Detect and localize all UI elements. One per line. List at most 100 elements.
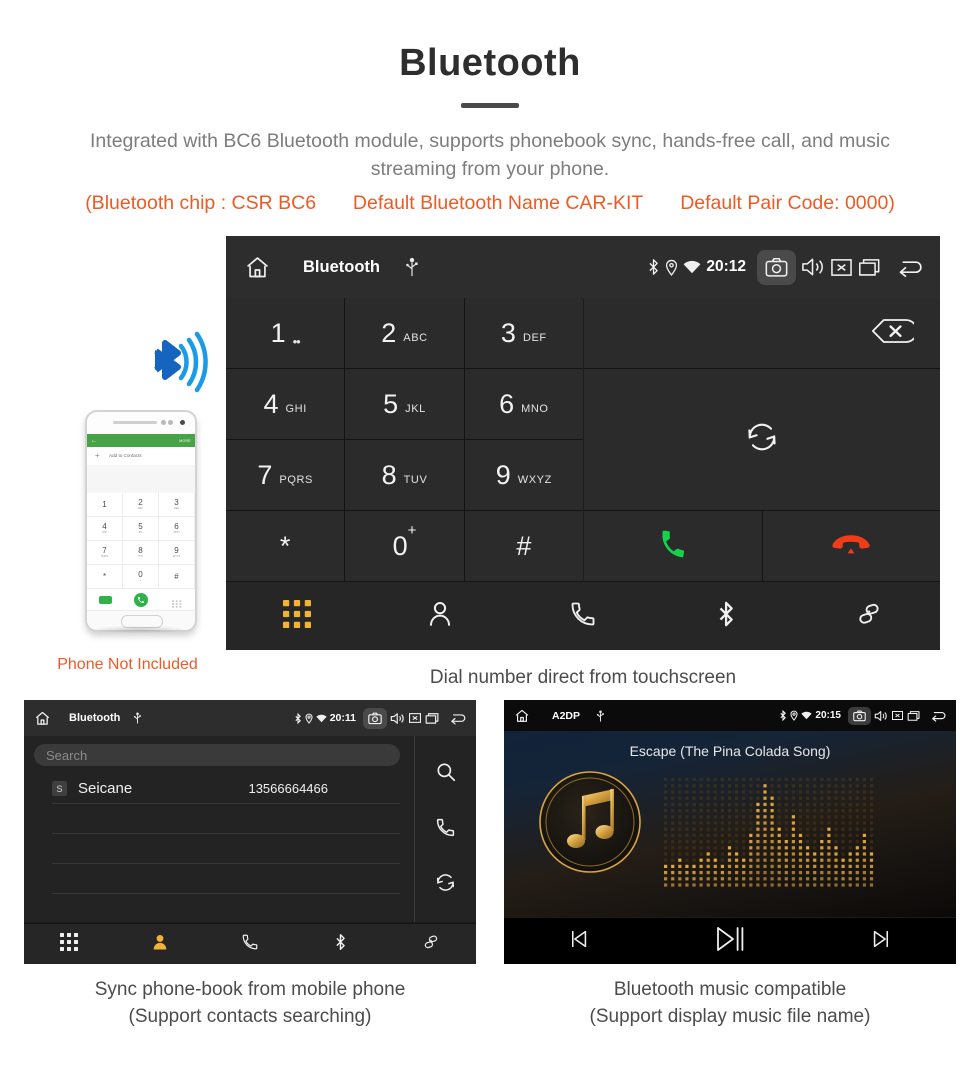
keypad-key-1[interactable]: 1 •• — [226, 298, 345, 368]
volume-icon[interactable] — [874, 710, 888, 722]
home-icon[interactable] — [34, 710, 51, 727]
volume-icon[interactable] — [801, 256, 825, 278]
home-icon[interactable] — [514, 708, 530, 724]
nav-bluetooth[interactable] — [295, 933, 385, 956]
key-letters: JKL — [405, 403, 426, 415]
bluetooth-icon — [294, 712, 302, 724]
search-icon[interactable] — [435, 761, 457, 788]
next-button[interactable] — [805, 928, 956, 955]
recents-icon[interactable] — [425, 712, 440, 725]
phone-key-0: 0 + — [123, 565, 159, 589]
nav-pair-link[interactable] — [797, 600, 940, 633]
hangup-button[interactable] — [762, 511, 940, 582]
bluetooth-icon[interactable] — [716, 600, 736, 633]
title-divider — [461, 103, 519, 108]
bluetooth-icon[interactable] — [334, 933, 347, 956]
nav-call-log[interactable] — [205, 933, 295, 956]
keypad-key-8[interactable]: 8 TUV — [345, 440, 464, 510]
phone-video-call-icon — [98, 596, 112, 604]
contact-icon[interactable] — [151, 933, 169, 956]
keypad-key-5[interactable]: 5 JKL — [345, 369, 464, 439]
call-icon[interactable] — [657, 528, 689, 565]
nav-call-log[interactable] — [512, 600, 655, 633]
key-digit: 0+ — [392, 521, 417, 561]
nav-pair-link[interactable] — [386, 933, 476, 956]
nav-keypad[interactable] — [226, 599, 369, 633]
previous-button[interactable] — [504, 928, 655, 955]
number-display-field[interactable] — [584, 298, 940, 368]
location-icon — [790, 710, 798, 721]
contact-row-empty[interactable] — [52, 834, 400, 864]
dialer-caption: Dial number direct from touchscreen — [429, 667, 737, 688]
sync-icon[interactable] — [745, 420, 779, 459]
contact-row[interactable]: S Seicane 13566664466 — [52, 774, 400, 804]
hangup-icon[interactable] — [831, 531, 871, 562]
nav-keypad[interactable] — [24, 932, 114, 956]
keypad-key-2[interactable]: 2 ABC — [345, 298, 464, 368]
keypad-key-hash[interactable]: # — [464, 511, 583, 581]
sync-contacts-button[interactable] — [584, 369, 940, 510]
call-actions-row — [584, 511, 940, 582]
volume-icon[interactable] — [390, 712, 405, 725]
phone-key-letters: MNO — [173, 531, 180, 534]
keypad-icon[interactable] — [283, 599, 312, 633]
phone-key-1: 1 — [87, 493, 123, 517]
play-pause-button[interactable] — [655, 925, 806, 958]
back-icon[interactable] — [896, 256, 926, 278]
phone-drop-shadow — [90, 626, 188, 633]
keypad-key-star[interactable]: * — [226, 511, 345, 581]
close-icon[interactable] — [891, 710, 904, 721]
phone-icon[interactable] — [435, 817, 456, 843]
phonebook-screen: Bluetooth 20:11 Search S Seicane 1356666… — [24, 700, 476, 964]
keypad-icon[interactable] — [60, 932, 79, 956]
keypad-key-6[interactable]: 6 MNO — [464, 369, 583, 439]
home-icon[interactable] — [244, 254, 271, 281]
phone-icon[interactable] — [569, 600, 597, 633]
link-icon[interactable] — [855, 600, 883, 633]
phone-icon[interactable] — [241, 933, 259, 956]
back-icon[interactable] — [930, 709, 948, 722]
phone-key-digit: 9 — [174, 546, 179, 555]
phone-key-letters: TUV — [137, 555, 144, 558]
backspace-icon[interactable] — [870, 317, 918, 350]
key-letters: PQRS — [279, 474, 313, 486]
skip-previous-icon[interactable] — [568, 928, 590, 955]
keypad-key-0[interactable]: 0+ — [345, 511, 464, 581]
back-icon[interactable] — [449, 711, 468, 725]
key-digit: * — [279, 530, 291, 561]
keypad-key-9[interactable]: 9 WXYZ — [464, 440, 583, 510]
camera-icon[interactable] — [757, 249, 796, 285]
contact-row-empty[interactable] — [52, 804, 400, 834]
close-icon[interactable] — [408, 712, 422, 724]
nav-bluetooth[interactable] — [654, 600, 797, 633]
dialer-keypad[interactable]: 1 •• 2 ABC 3 DEF 4 GHI 5 JKL 6 MNO 7 PQRS 8 TUV 9 WXYZ * 0+… — [226, 298, 583, 581]
music-status-right: 20:15 — [776, 706, 948, 725]
key-digit: 3 — [500, 317, 516, 348]
search-input[interactable]: Search — [34, 744, 400, 766]
play-pause-icon[interactable] — [715, 925, 745, 958]
keypad-key-4[interactable]: 4 GHI — [226, 369, 345, 439]
phone-add-contact-label: Add to Contacts — [109, 453, 142, 458]
call-button[interactable] — [584, 511, 762, 582]
contact-row-empty[interactable] — [52, 864, 400, 894]
link-icon[interactable] — [422, 933, 440, 956]
keypad-key-7[interactable]: 7 PQRS — [226, 440, 345, 510]
contact-icon[interactable] — [426, 600, 454, 633]
close-icon[interactable] — [830, 257, 853, 278]
phone-key-5: 5 JKL — [123, 517, 159, 541]
phone-key-8: 8 TUV — [123, 541, 159, 565]
page-subtitle: Integrated with BC6 Bluetooth module, su… — [90, 130, 890, 180]
recents-icon[interactable] — [907, 710, 921, 722]
phonebook-status-right: 20:11 — [291, 707, 468, 729]
mobile-phone-mockup: ← MORE + Add to Contacts 1 2 ABC 3 DEF 4 GHI 5 J… — [85, 410, 197, 632]
camera-icon[interactable] — [363, 707, 387, 729]
camera-icon[interactable] — [848, 706, 871, 725]
skip-next-icon[interactable] — [870, 928, 892, 955]
nav-contacts[interactable] — [369, 600, 512, 633]
nav-contacts[interactable] — [114, 933, 204, 956]
phone-sensor-1 — [161, 420, 166, 425]
keypad-key-3[interactable]: 3 DEF — [464, 298, 583, 368]
sync-icon[interactable] — [435, 872, 456, 898]
recents-icon[interactable] — [858, 257, 882, 278]
phone-key-7: 7 PQRS — [87, 541, 123, 565]
